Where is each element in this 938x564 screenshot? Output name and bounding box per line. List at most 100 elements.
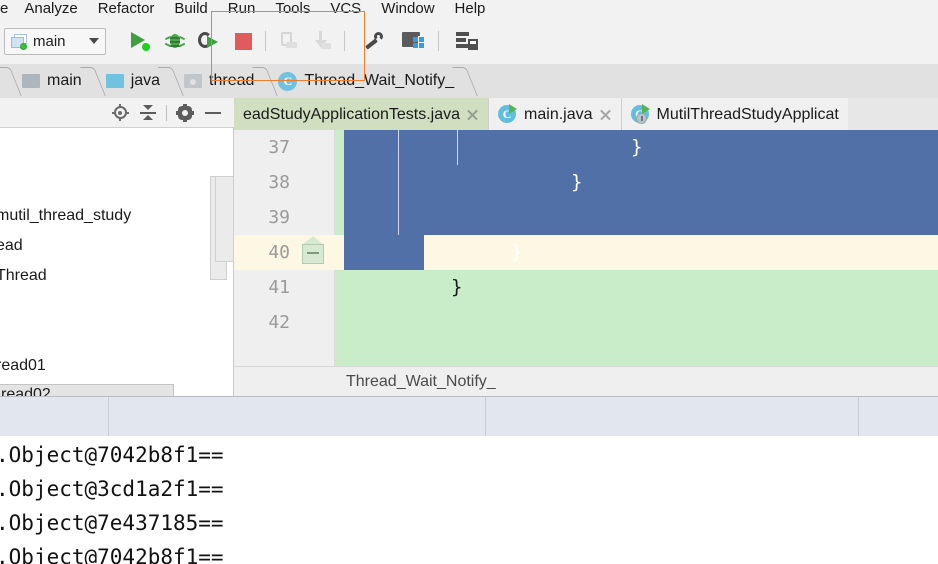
editor-scrollbar-thumb[interactable]: [215, 176, 234, 262]
menu-item-partial[interactable]: e: [0, 0, 14, 18]
console-line: .Object@7042b8f1==: [0, 443, 224, 467]
console-line: .Object@7042b8f1==: [0, 545, 224, 564]
code-text: }: [451, 276, 463, 298]
breadcrumb-label: thread: [209, 72, 255, 89]
gear-icon: [176, 103, 194, 122]
editor-footer-label[interactable]: Thread_Wait_Notify_: [346, 372, 496, 391]
toolbar-separator-3: [438, 31, 439, 51]
debug-button[interactable]: [158, 24, 192, 58]
breadcrumb-separator-4: [456, 64, 472, 98]
java-spring-class-icon: C: [630, 104, 651, 124]
breadcrumb-separator-0: [0, 64, 16, 98]
breadcrumb-item-main[interactable]: main: [16, 64, 84, 98]
status-divider: [858, 397, 859, 437]
breadcrumb-separator-3: [256, 64, 272, 98]
java-class-icon: C: [278, 71, 298, 91]
run-configuration-label: main: [33, 32, 66, 50]
menu-bar: e Analyze Refactor Build Run Tools VCS W…: [0, 0, 938, 18]
editor-tab-bar: eadStudyApplicationTests.java C main.jav…: [234, 98, 938, 131]
folder-icon: [22, 74, 40, 88]
toolbar-separator-2: [344, 31, 345, 51]
tab-main-java[interactable]: C main.java: [488, 98, 621, 130]
tree-item-project[interactable]: mutil_thread_study: [0, 206, 131, 226]
breadcrumb-label: Thread_Wait_Notify_: [304, 72, 455, 89]
menu-item-vcs[interactable]: VCS: [320, 0, 371, 18]
editor-gutter[interactable]: 37 38 39 40 41 42: [234, 130, 335, 366]
stop-icon: [234, 32, 252, 50]
tree-item-thread01[interactable]: read01: [0, 356, 46, 376]
run-with-coverage-button[interactable]: [192, 24, 226, 58]
breadcrumb-separator-1: [84, 64, 100, 98]
project-structure-button[interactable]: [396, 24, 430, 58]
menu-item-help[interactable]: Help: [445, 0, 496, 18]
console-output[interactable]: .Object@7042b8f1== .Object@3cd1a2f1== .O…: [0, 436, 938, 564]
breadcrumb-label: main: [47, 72, 82, 89]
tab-label: main.java: [524, 105, 593, 123]
code-editor[interactable]: 37 38 39 40 41 42 }}}}: [234, 130, 938, 366]
line-number: 38: [268, 172, 290, 193]
folder-icon: [105, 74, 124, 88]
project-structure-icon: [402, 32, 424, 50]
code-text: }: [631, 136, 643, 158]
menu-item-tools[interactable]: Tools: [265, 0, 320, 18]
code-text: }: [571, 171, 583, 193]
code-line-bg: [335, 270, 938, 305]
settings-button[interactable]: [356, 24, 390, 58]
status-divider: [485, 397, 486, 437]
menu-item-refactor[interactable]: Refactor: [88, 0, 165, 18]
project-settings-button[interactable]: [172, 101, 198, 125]
update-project-icon: [456, 31, 478, 51]
folder-icon: [184, 74, 203, 88]
line-number: 41: [268, 277, 290, 298]
ide-window: e Analyze Refactor Build Run Tools VCS W…: [0, 0, 938, 564]
line-number: 42: [268, 312, 290, 333]
hide-panel-button[interactable]: [200, 101, 226, 125]
collapse-all-button[interactable]: [135, 101, 161, 125]
breadcrumb-item-java[interactable]: java: [100, 64, 162, 98]
menu-item-analyze[interactable]: Analyze: [14, 0, 87, 18]
menu-item-run[interactable]: Run: [218, 0, 266, 18]
breadcrumb-item-thread[interactable]: thread: [178, 64, 256, 98]
tab-label: MutilThreadStudyApplicat: [656, 105, 839, 123]
coverage-icon: [198, 31, 220, 51]
tree-item-thread02[interactable]: read02: [0, 384, 174, 396]
code-content-area[interactable]: } } } }: [335, 130, 938, 366]
console-line: .Object@3cd1a2f1==: [0, 477, 224, 501]
code-fold-marker[interactable]: [302, 236, 324, 264]
editor-footer-breadcrumb: Thread_Wait_Notify_: [234, 366, 938, 396]
tree-item-thread-class[interactable]: Thread: [0, 266, 47, 286]
breadcrumb-separator-2: [162, 64, 178, 98]
stop-button[interactable]: [226, 24, 260, 58]
toolbar-separator: [265, 31, 266, 51]
line-number: 37: [268, 137, 290, 158]
step-into-button[interactable]: [305, 24, 339, 58]
menu-item-build[interactable]: Build: [164, 0, 217, 18]
close-icon[interactable]: [466, 108, 479, 121]
code-line-bg: [335, 305, 938, 340]
menu-item-window[interactable]: Window: [371, 0, 444, 18]
indent-guide: [398, 130, 399, 235]
locate-file-button[interactable]: [107, 101, 133, 125]
tab-tests-java[interactable]: eadStudyApplicationTests.java: [234, 98, 489, 130]
main-toolbar: main: [0, 18, 938, 65]
run-button[interactable]: [124, 24, 158, 58]
text-selection: [344, 235, 424, 270]
wrench-icon: [363, 31, 383, 51]
update-project-button[interactable]: [450, 24, 484, 58]
tab-label: eadStudyApplicationTests.java: [243, 105, 461, 123]
tab-mutilthreadstudyapplication[interactable]: C MutilThreadStudyApplicat: [620, 98, 848, 130]
close-icon[interactable]: [599, 108, 612, 121]
debug-bug-icon: [164, 31, 186, 51]
step-over-icon: [278, 31, 298, 51]
minimize-icon: [205, 111, 221, 114]
collapse-all-icon: [140, 105, 156, 120]
code-text: }: [511, 241, 523, 263]
step-over-button[interactable]: [271, 24, 305, 58]
project-tree-panel[interactable]: mutil_thread_study ead Thread read01 rea…: [0, 128, 234, 396]
breadcrumb-item-class[interactable]: C Thread_Wait_Notify_: [272, 64, 456, 98]
run-configuration-selector[interactable]: main: [4, 27, 106, 55]
tree-item-thread-pkg[interactable]: ead: [0, 236, 23, 256]
status-band: [0, 396, 938, 437]
chevron-down-icon: [89, 38, 99, 44]
run-icon: [130, 31, 152, 51]
